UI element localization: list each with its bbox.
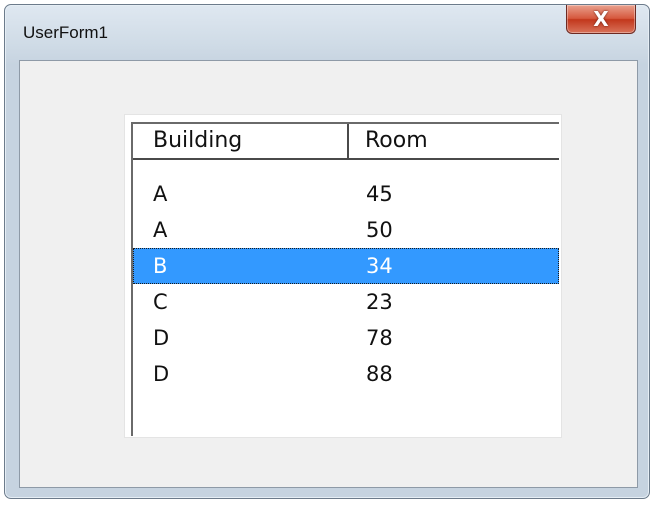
- window-title: UserForm1: [23, 23, 109, 42]
- cell-room: 45: [366, 182, 393, 206]
- listbox-rows: A 45 A 50 B 34 C 23 D 78 D 88: [133, 176, 559, 392]
- list-item[interactable]: A 50: [133, 212, 559, 248]
- cell-room: 23: [366, 290, 393, 314]
- cell-building: A: [153, 182, 168, 206]
- userform-window: UserForm1 X Building Room A 45 A 50 B 34…: [4, 4, 650, 499]
- list-item[interactable]: C 23: [133, 284, 559, 320]
- list-item[interactable]: D 88: [133, 356, 559, 392]
- cell-room: 88: [366, 362, 393, 386]
- list-item[interactable]: B 34: [133, 248, 559, 284]
- form-client-area: Building Room A 45 A 50 B 34 C 23 D 78 D…: [19, 60, 638, 488]
- listbox-header: Building Room: [133, 124, 559, 160]
- close-button[interactable]: X: [566, 5, 636, 34]
- close-icon: X: [593, 7, 609, 31]
- listbox[interactable]: Building Room A 45 A 50 B 34 C 23 D 78 D…: [124, 114, 562, 438]
- cell-building: A: [153, 218, 168, 242]
- column-divider: [347, 124, 349, 158]
- cell-building: D: [153, 362, 170, 386]
- list-item[interactable]: D 78: [133, 320, 559, 356]
- title-bar[interactable]: UserForm1 X: [5, 5, 649, 61]
- cell-room: 50: [366, 218, 393, 242]
- column-header-building: Building: [153, 128, 243, 153]
- cell-room: 34: [366, 254, 393, 278]
- cell-room: 78: [366, 326, 393, 350]
- cell-building: B: [153, 254, 168, 278]
- cell-building: C: [153, 290, 168, 314]
- column-header-room: Room: [365, 128, 428, 153]
- listbox-frame: Building Room A 45 A 50 B 34 C 23 D 78 D…: [131, 122, 559, 436]
- cell-building: D: [153, 326, 170, 350]
- list-item[interactable]: A 45: [133, 176, 559, 212]
